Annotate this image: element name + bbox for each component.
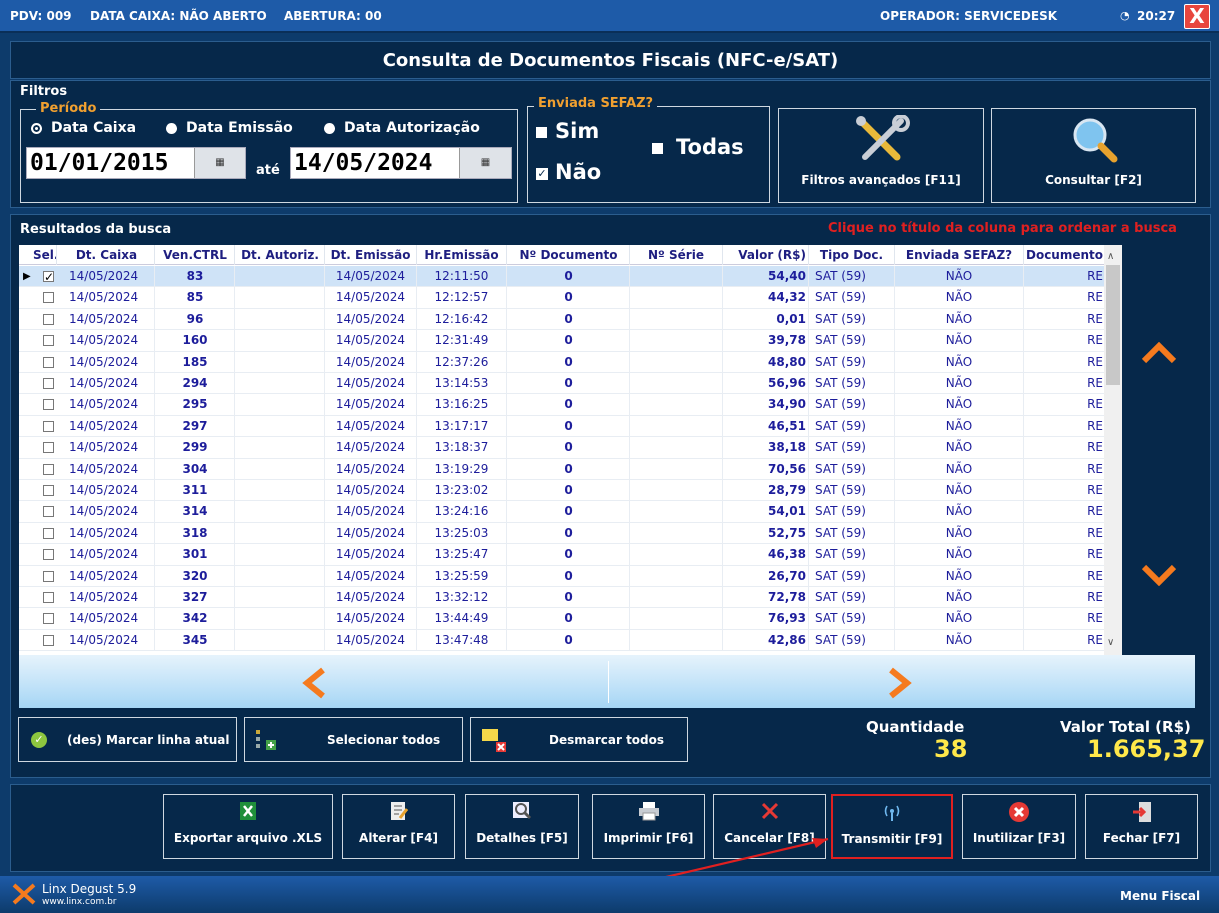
linx-logo-icon <box>12 883 36 905</box>
menu-fiscal-link[interactable]: Menu Fiscal <box>1120 889 1200 903</box>
brand-url: www.linx.com.br <box>42 897 117 907</box>
annotation-arrow <box>601 837 829 894</box>
bottom-bar: Linx Degust 5.9 www.linx.com.br Menu Fis… <box>0 876 1219 913</box>
brand-label: Linx Degust 5.9 <box>42 882 137 896</box>
